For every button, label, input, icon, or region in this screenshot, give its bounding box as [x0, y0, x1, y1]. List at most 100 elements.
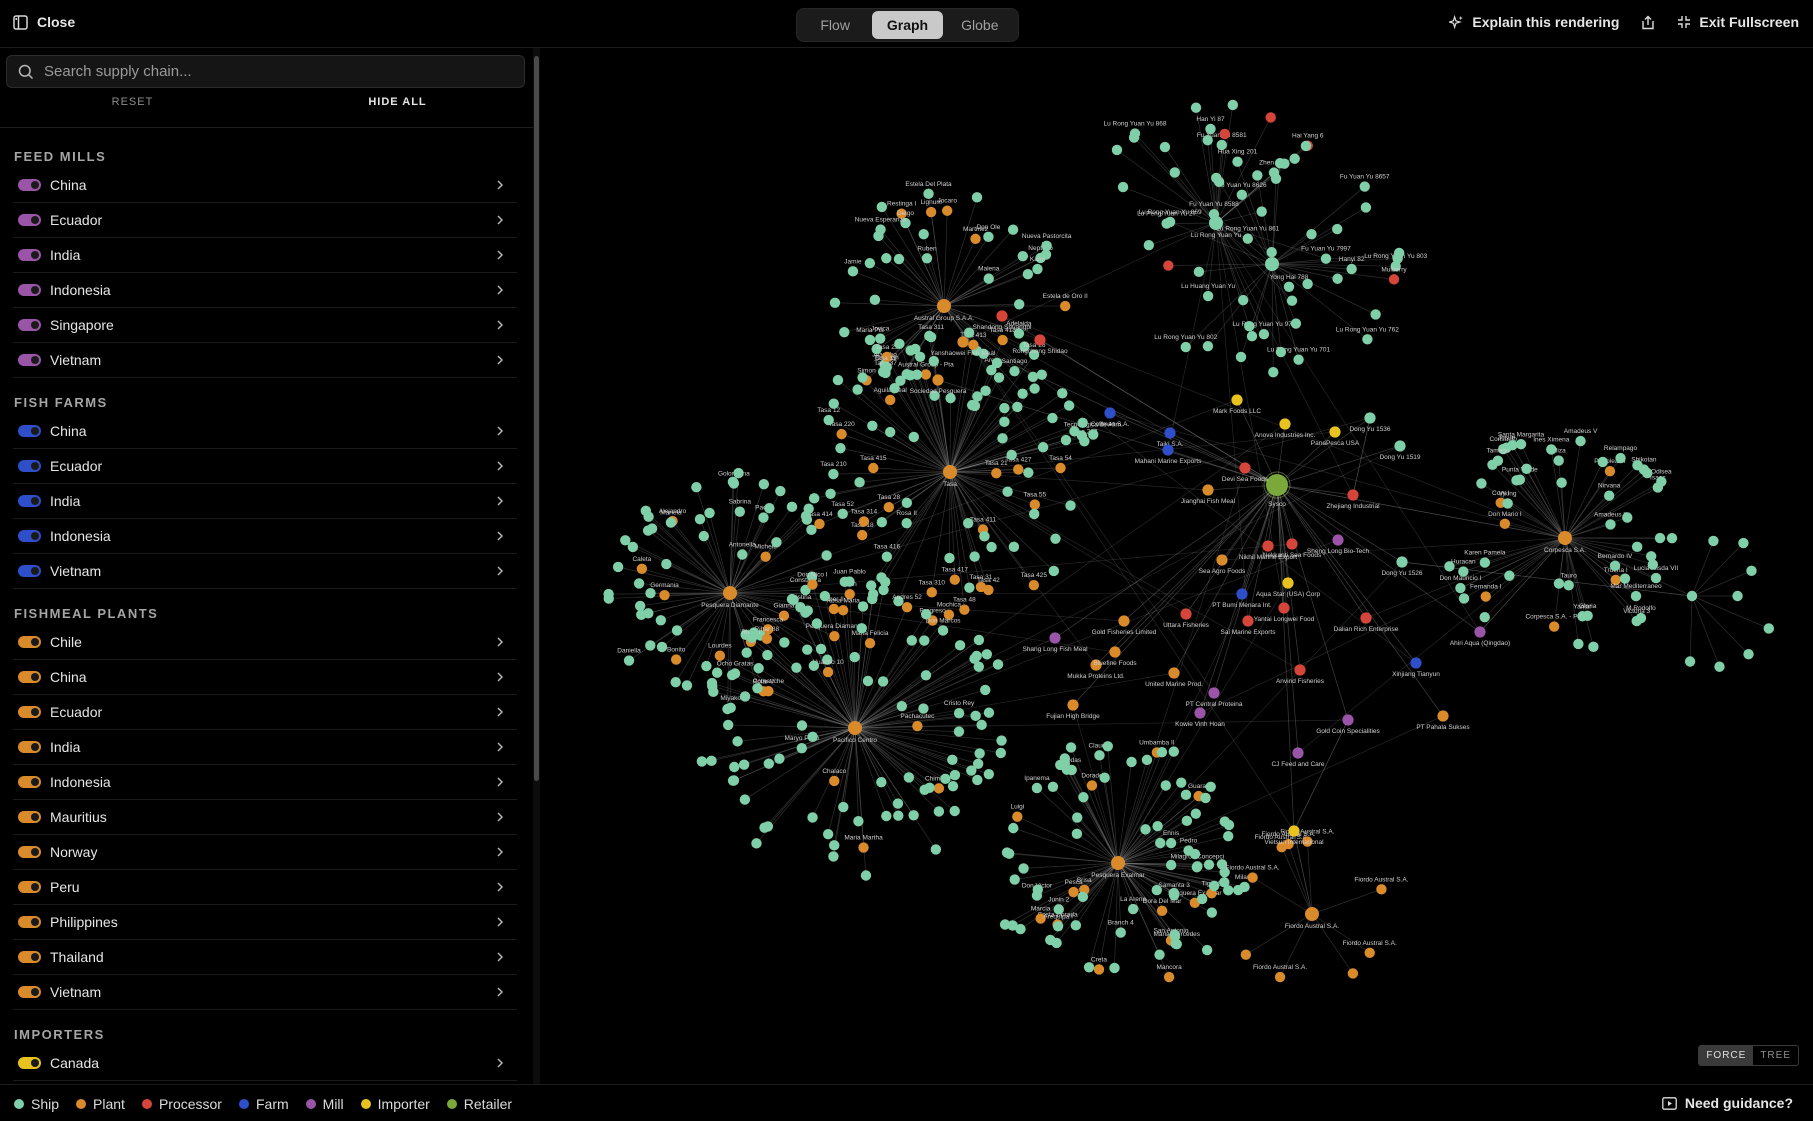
graph-node[interactable]	[1156, 905, 1168, 916]
graph-node[interactable]	[1232, 884, 1244, 896]
graph-node[interactable]	[1588, 641, 1599, 653]
graph-node[interactable]	[1161, 218, 1172, 229]
graph-node[interactable]	[953, 726, 965, 737]
graph-node[interactable]	[1189, 848, 1201, 860]
graph-node[interactable]	[1160, 780, 1171, 791]
filter-item[interactable]: Indonesia	[13, 519, 517, 554]
graph-node[interactable]	[739, 794, 751, 805]
sidebar-scrollbar[interactable]	[533, 48, 540, 1088]
graph-node[interactable]	[732, 736, 743, 747]
graph-node[interactable]	[901, 497, 913, 509]
visibility-toggle[interactable]	[18, 249, 41, 261]
graph-node[interactable]	[1180, 608, 1192, 620]
graph-node[interactable]	[881, 810, 892, 822]
graph-node[interactable]	[832, 374, 844, 386]
graph-node[interactable]	[1502, 498, 1513, 509]
graph-node[interactable]	[1208, 880, 1220, 892]
chevron-right-icon[interactable]	[497, 250, 507, 260]
graph-node[interactable]	[707, 680, 718, 692]
graph-node[interactable]	[1009, 874, 1020, 885]
graph-node[interactable]	[953, 707, 965, 719]
graph-node[interactable]	[670, 654, 682, 665]
legend-item[interactable]: Mill	[305, 1096, 344, 1112]
graph-node[interactable]	[1211, 172, 1222, 184]
graph-node[interactable]	[670, 676, 681, 688]
visibility-toggle[interactable]	[18, 776, 41, 788]
graph-node[interactable]	[1032, 263, 1043, 275]
graph-node[interactable]	[1018, 863, 1029, 874]
graph-node[interactable]	[969, 551, 980, 562]
graph-node[interactable]	[1034, 334, 1046, 346]
graph-node[interactable]	[986, 541, 997, 553]
tree-layout-button[interactable]: TREE	[1753, 1046, 1798, 1065]
graph-node[interactable]	[1288, 825, 1300, 837]
graph-node[interactable]	[722, 703, 733, 715]
graph-node[interactable]	[991, 357, 1003, 369]
graph-node[interactable]	[1235, 351, 1247, 363]
graph-node[interactable]	[997, 334, 1008, 346]
visibility-toggle[interactable]	[18, 565, 41, 577]
graph-node[interactable]	[1200, 792, 1211, 804]
graph-node[interactable]	[828, 603, 840, 615]
graph-node[interactable]	[1232, 156, 1243, 167]
graph-node[interactable]	[636, 609, 647, 621]
graph-node[interactable]	[947, 780, 959, 792]
graph-node[interactable]	[1049, 632, 1061, 644]
graph-node[interactable]	[1376, 884, 1387, 895]
graph-node[interactable]	[803, 503, 814, 514]
graph-node[interactable]	[711, 667, 723, 678]
graph-node[interactable]	[758, 479, 770, 490]
graph-node[interactable]	[876, 201, 888, 213]
graph-node[interactable]	[1479, 611, 1490, 623]
graph-node[interactable]	[919, 635, 930, 646]
chevron-right-icon[interactable]	[497, 320, 507, 330]
need-guidance-button[interactable]: Need guidance?	[1662, 1095, 1793, 1111]
graph-node[interactable]	[1743, 649, 1754, 660]
graph-node[interactable]	[645, 640, 656, 651]
graph-node[interactable]	[1014, 299, 1025, 310]
graph-node[interactable]	[612, 561, 624, 573]
graph-node[interactable]	[1546, 444, 1557, 455]
graph-node[interactable]	[921, 253, 933, 264]
graph-node[interactable]	[971, 192, 983, 203]
chevron-right-icon[interactable]	[497, 777, 507, 787]
graph-node[interactable]	[634, 600, 646, 612]
graph-node[interactable]	[1205, 123, 1216, 135]
graph-node[interactable]	[1499, 518, 1511, 530]
graph-node[interactable]	[949, 769, 961, 781]
legend-item[interactable]: Farm	[238, 1096, 289, 1112]
graph-node[interactable]	[983, 273, 994, 284]
graph-node[interactable]	[1013, 464, 1024, 475]
graph-node[interactable]	[603, 593, 614, 604]
graph-node[interactable]	[1143, 240, 1155, 251]
graph-node[interactable]	[1008, 822, 1019, 834]
graph-node[interactable]	[964, 582, 975, 593]
graph-node[interactable]	[733, 467, 744, 479]
graph-node[interactable]	[912, 720, 923, 732]
graph-node[interactable]	[1437, 710, 1449, 722]
graph-node[interactable]	[1262, 540, 1274, 552]
graph-node[interactable]	[997, 433, 1008, 444]
graph-node[interactable]	[1479, 557, 1491, 568]
graph-node[interactable]	[968, 339, 979, 351]
graph-node[interactable]	[839, 326, 850, 338]
chevron-right-icon[interactable]	[497, 707, 507, 717]
visibility-toggle[interactable]	[18, 951, 41, 963]
graph-node[interactable]	[949, 574, 961, 585]
graph-node[interactable]	[873, 230, 884, 242]
graph-node[interactable]	[976, 719, 987, 731]
graph-node[interactable]	[1117, 181, 1129, 193]
search-input[interactable]	[44, 63, 504, 80]
graph-node[interactable]	[1052, 921, 1064, 932]
graph-node[interactable]	[885, 394, 896, 406]
graph-node[interactable]	[1275, 346, 1287, 358]
graph-node[interactable]	[1223, 830, 1234, 842]
graph-node[interactable]	[1193, 266, 1205, 278]
graph-node[interactable]	[1068, 886, 1079, 898]
graph-node[interactable]	[954, 640, 966, 651]
graph-node[interactable]	[972, 774, 983, 786]
graph-node[interactable]	[1362, 334, 1373, 345]
filter-item[interactable]: Thailand	[13, 940, 517, 975]
graph-node[interactable]	[623, 655, 635, 666]
graph-node[interactable]	[828, 851, 839, 862]
